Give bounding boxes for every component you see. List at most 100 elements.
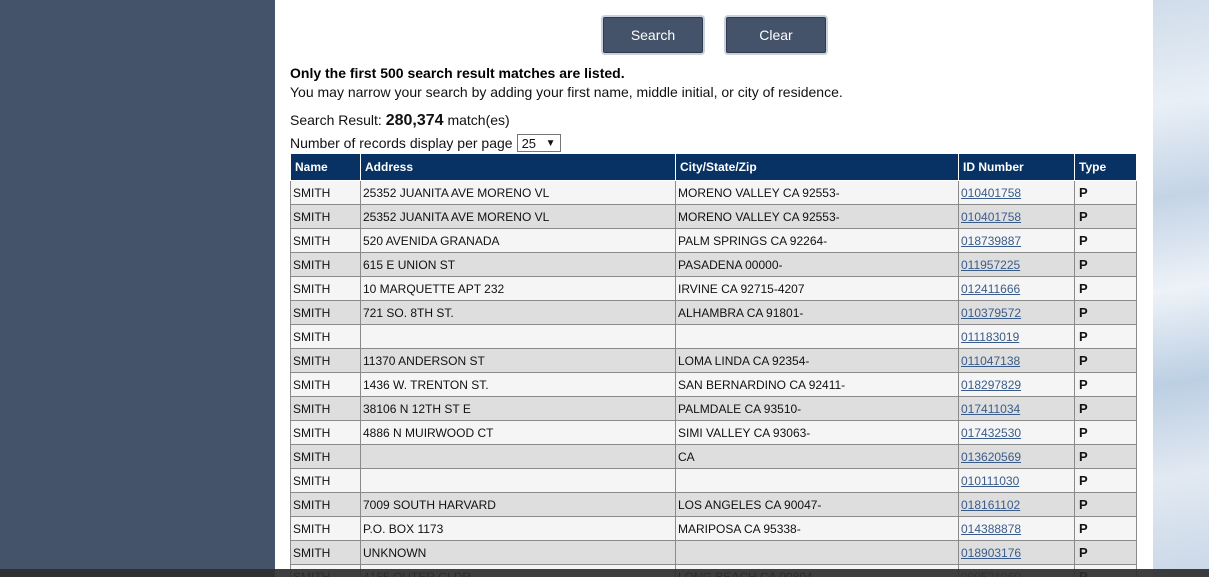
id-number-link[interactable]: 014388878: [961, 522, 1021, 536]
cell-id-number: 011183019: [958, 324, 1075, 349]
table-row: SMITH 7009 SOUTH HARVARD LOS ANGELES CA 90…: [290, 492, 1137, 517]
cell-id-number: 018161102: [958, 492, 1075, 517]
cell-id-number: 010379572: [958, 300, 1075, 325]
cell-name: SMITH: [290, 516, 361, 541]
table-row: SMITH 1436 W. TRENTON ST. SAN BERNARDINO C…: [290, 372, 1137, 397]
header-name[interactable]: Name: [290, 153, 361, 181]
cell-name: SMITH: [290, 468, 361, 493]
cell-type: P: [1074, 276, 1137, 301]
cell-name: SMITH: [290, 540, 361, 565]
table-row: SMITH CA 013620569 P: [290, 444, 1137, 469]
bottom-edge-bar: [0, 569, 1209, 577]
header-city-state-zip[interactable]: City/State/Zip: [675, 153, 959, 181]
cell-name: SMITH: [290, 300, 361, 325]
cell-type: P: [1074, 468, 1137, 493]
cell-city-state-zip: LOMA LINDA CA 92354-: [675, 348, 959, 373]
search-result-suffix: match(es): [447, 112, 510, 128]
clear-button[interactable]: Clear: [726, 17, 826, 53]
cell-address: [360, 444, 676, 469]
table-row: SMITH P.O. BOX 1173 MARIPOSA CA 95338- 0143…: [290, 516, 1137, 541]
cell-address: 4886 N MUIRWOOD CT: [360, 420, 676, 445]
table-row: SMITH 4886 N MUIRWOOD CT SIMI VALLEY CA 93…: [290, 420, 1137, 445]
id-number-link[interactable]: 013620569: [961, 450, 1021, 464]
cell-city-state-zip: PALMDALE CA 93510-: [675, 396, 959, 421]
cell-city-state-zip: [675, 324, 959, 349]
search-button[interactable]: Search: [603, 17, 703, 53]
cell-address: 1436 W. TRENTON ST.: [360, 372, 676, 397]
narrow-search-hint: You may narrow your search by adding you…: [290, 84, 843, 100]
cell-id-number: 010401758: [958, 204, 1075, 229]
header-address[interactable]: Address: [360, 153, 676, 181]
cell-address: 520 AVENIDA GRANADA: [360, 228, 676, 253]
cell-address: 38106 N 12TH ST E: [360, 396, 676, 421]
cell-type: P: [1074, 516, 1137, 541]
header-id-number[interactable]: ID Number: [958, 153, 1075, 181]
cell-id-number: 018739887: [958, 228, 1075, 253]
id-number-link[interactable]: 010111030: [961, 474, 1019, 488]
id-number-link[interactable]: 018297829: [961, 378, 1021, 392]
cell-type: P: [1074, 228, 1137, 253]
cell-name: SMITH: [290, 372, 361, 397]
cell-name: SMITH: [290, 348, 361, 373]
header-type[interactable]: Type: [1074, 153, 1137, 181]
cell-type: P: [1074, 252, 1137, 277]
id-number-link[interactable]: 010379572: [961, 306, 1021, 320]
cell-type: P: [1074, 492, 1137, 517]
dropdown-arrow-icon: ▼: [545, 137, 556, 149]
records-per-page: Number of records display per page 25 ▼: [290, 134, 561, 152]
cell-city-state-zip: LOS ANGELES CA 90047-: [675, 492, 959, 517]
cell-city-state-zip: [675, 468, 959, 493]
cell-address: 10 MARQUETTE APT 232: [360, 276, 676, 301]
cell-type: P: [1074, 540, 1137, 565]
table-row: SMITH 520 AVENIDA GRANADA PALM SPRINGS CA …: [290, 228, 1137, 253]
cell-address: 7009 SOUTH HARVARD: [360, 492, 676, 517]
cell-name: SMITH: [290, 180, 361, 205]
cell-name: SMITH: [290, 492, 361, 517]
cell-type: P: [1074, 420, 1137, 445]
cell-id-number: 014388878: [958, 516, 1075, 541]
main-content: Search Clear Only the first 500 search r…: [275, 0, 1153, 577]
table-row: SMITH 615 E UNION ST PASADENA 00000- 011957…: [290, 252, 1137, 277]
cell-city-state-zip: PALM SPRINGS CA 92264-: [675, 228, 959, 253]
cell-type: P: [1074, 180, 1137, 205]
results-table: Name Address City/State/Zip ID Number Ty…: [290, 153, 1137, 577]
id-number-link[interactable]: 011047138: [961, 354, 1020, 368]
cell-name: SMITH: [290, 276, 361, 301]
cell-id-number: 017432530: [958, 420, 1075, 445]
cell-address: [360, 468, 676, 493]
cell-city-state-zip: MORENO VALLEY CA 92553-: [675, 180, 959, 205]
cell-address: UNKNOWN: [360, 540, 676, 565]
cell-address: 25352 JUANITA AVE MORENO VL: [360, 204, 676, 229]
records-per-page-select[interactable]: 25 ▼: [516, 134, 561, 152]
cell-type: P: [1074, 324, 1137, 349]
cell-address: P.O. BOX 1173: [360, 516, 676, 541]
table-row: SMITH 721 SO. 8TH ST. ALHAMBRA CA 91801- 01…: [290, 300, 1137, 325]
search-result-count: 280,374: [385, 112, 444, 129]
cell-city-state-zip: PASADENA 00000-: [675, 252, 959, 277]
id-number-link[interactable]: 010401758: [961, 186, 1021, 200]
table-row: SMITH UNKNOWN 018903176 P: [290, 540, 1137, 565]
id-number-link[interactable]: 017411034: [961, 402, 1020, 416]
id-number-link[interactable]: 011957225: [961, 258, 1020, 272]
id-number-link[interactable]: 012411666: [961, 282, 1020, 296]
cell-name: SMITH: [290, 204, 361, 229]
right-background-panel: [1153, 0, 1209, 577]
cell-id-number: 017411034: [958, 396, 1075, 421]
cell-city-state-zip: [675, 540, 959, 565]
search-result-summary: Search Result: 280,374 match(es): [290, 112, 510, 130]
table-row: SMITH 011183019 P: [290, 324, 1137, 349]
cell-city-state-zip: CA: [675, 444, 959, 469]
id-number-link[interactable]: 017432530: [961, 426, 1021, 440]
id-number-link[interactable]: 011183019: [961, 330, 1019, 344]
left-side-panel: [0, 0, 275, 577]
cell-name: SMITH: [290, 420, 361, 445]
cell-id-number: 012411666: [958, 276, 1075, 301]
id-number-link[interactable]: 010401758: [961, 210, 1021, 224]
cell-id-number: 011957225: [958, 252, 1075, 277]
id-number-link[interactable]: 018739887: [961, 234, 1021, 248]
cell-address: 25352 JUANITA AVE MORENO VL: [360, 180, 676, 205]
id-number-link[interactable]: 018161102: [961, 498, 1020, 512]
id-number-link[interactable]: 018903176: [961, 546, 1021, 560]
results-body: SMITH 25352 JUANITA AVE MORENO VL MORENO V…: [290, 180, 1137, 577]
table-row: SMITH 38106 N 12TH ST E PALMDALE CA 93510-…: [290, 396, 1137, 421]
